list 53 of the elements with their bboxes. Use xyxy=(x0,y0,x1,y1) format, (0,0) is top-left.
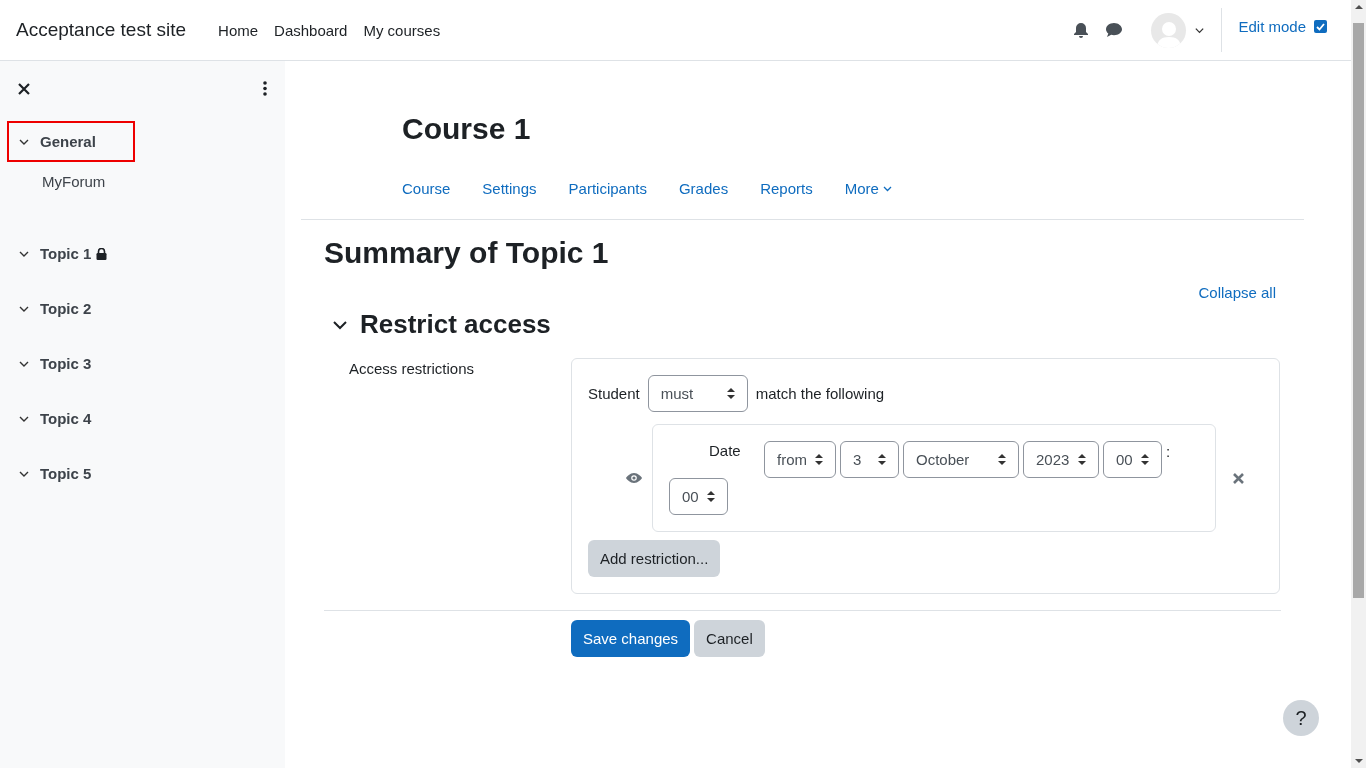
nav-link[interactable]: Home xyxy=(210,13,267,47)
course-tab[interactable]: Reports xyxy=(744,172,829,205)
course-tab[interactable]: More xyxy=(828,172,908,205)
chat-bubble-icon[interactable] xyxy=(1105,22,1124,38)
help-button[interactable]: ? xyxy=(1283,700,1319,736)
date-select[interactable]: October xyxy=(903,441,1019,478)
edit-mode-checkbox[interactable] xyxy=(1314,20,1327,33)
close-icon[interactable] xyxy=(18,82,30,95)
eye-icon[interactable] xyxy=(626,473,642,483)
sort-arrows-icon xyxy=(998,454,1006,465)
date-select[interactable]: from xyxy=(764,441,836,478)
section-link[interactable]: Topic 2 xyxy=(40,300,92,317)
date-select[interactable]: 00 xyxy=(669,478,728,515)
match-text: match the following xyxy=(755,385,885,402)
activity-link[interactable]: MyForum xyxy=(8,161,277,218)
sort-arrows-icon xyxy=(707,491,715,502)
form-button[interactable]: Cancel xyxy=(694,620,765,657)
sort-arrows-icon xyxy=(815,454,823,465)
section-link[interactable]: Topic 1 xyxy=(40,245,92,262)
section-link[interactable]: General xyxy=(40,133,96,150)
edit-mode-label[interactable]: Edit mode xyxy=(1238,18,1306,35)
sort-arrows-icon xyxy=(1078,454,1086,465)
section-link[interactable]: Topic 3 xyxy=(40,355,92,372)
add-restriction-button[interactable]: Add restriction... xyxy=(588,540,721,577)
collapse-all-link[interactable]: Collapse all xyxy=(1198,284,1276,301)
form-button[interactable]: Save changes xyxy=(571,620,691,657)
page-title: Summary of Topic 1 xyxy=(324,236,610,270)
course-tab[interactable]: Grades xyxy=(662,172,745,205)
date-select[interactable]: 2023 xyxy=(1023,441,1099,478)
course-tab[interactable]: Settings xyxy=(466,172,553,205)
bell-icon[interactable] xyxy=(1073,21,1090,39)
date-select[interactable]: 00 xyxy=(1103,441,1162,478)
student-label: Student xyxy=(588,385,640,402)
chevron-down-icon xyxy=(882,185,892,192)
section-link[interactable]: Topic 5 xyxy=(40,465,92,482)
field-label: Access restrictions xyxy=(348,359,476,379)
sort-arrows-icon xyxy=(878,454,886,465)
section-heading: Restrict access xyxy=(360,309,551,340)
sort-arrows-icon xyxy=(726,388,735,399)
course-tab[interactable]: Participants xyxy=(552,172,663,205)
course-tab[interactable]: Course xyxy=(386,172,467,205)
match-select[interactable]: must xyxy=(647,375,748,412)
sort-arrows-icon xyxy=(1141,454,1149,465)
section-link[interactable]: Topic 4 xyxy=(40,410,92,427)
scrollbar[interactable] xyxy=(1351,0,1366,768)
time-separator: : xyxy=(1166,442,1171,460)
nav-link[interactable]: Dashboard xyxy=(266,13,356,47)
nav-link[interactable]: My courses xyxy=(355,13,449,47)
condition-type-label: Date xyxy=(708,441,742,461)
more-vertical-icon[interactable] xyxy=(263,81,267,96)
date-select[interactable]: 3 xyxy=(840,441,899,478)
site-name[interactable]: Acceptance test site xyxy=(16,19,187,41)
course-title: Course 1 xyxy=(402,112,532,146)
